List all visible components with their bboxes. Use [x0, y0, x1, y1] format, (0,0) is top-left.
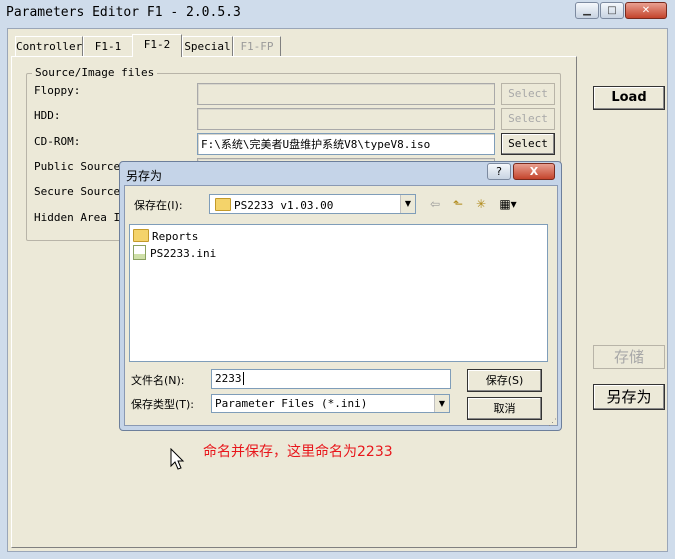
tab-controller[interactable]: Controller	[15, 36, 83, 56]
text-caret	[242, 372, 244, 385]
list-item[interactable]: Reports	[133, 229, 198, 243]
help-icon[interactable]: ?	[487, 163, 511, 180]
hdd-label: HDD:	[34, 109, 61, 122]
secure-source-label: Secure Source	[34, 185, 121, 198]
filename-value: 2233	[215, 372, 242, 385]
annotation-text: 命名并保存，这里命名为2233	[203, 444, 393, 460]
floppy-select-button[interactable]: Select	[501, 83, 555, 105]
filetype-label: 保存类型(T):	[131, 398, 195, 411]
tab-f1-1[interactable]: F1-1	[83, 36, 133, 56]
close-icon[interactable]: ✕	[625, 2, 667, 19]
view-menu-icon[interactable]: ▦▾	[495, 195, 521, 213]
ini-file-icon	[133, 245, 146, 260]
dialog-title: 另存为	[126, 169, 163, 183]
file-list[interactable]: Reports PS2233.ini	[129, 224, 548, 362]
window-title: Parameters Editor F1 - 2.0.5.3	[6, 5, 241, 20]
load-button[interactable]: Load	[593, 86, 665, 110]
group-title: Source/Image files	[32, 66, 158, 79]
hdd-field[interactable]	[197, 108, 495, 130]
save-in-combo[interactable]: PS2233 v1.03.00 ▼	[209, 194, 416, 214]
floppy-field[interactable]	[197, 83, 495, 105]
dialog-save-button[interactable]: 保存(S)	[467, 369, 542, 392]
resize-grip-icon[interactable]: ⋰	[548, 418, 558, 428]
back-icon[interactable]: ⇦	[426, 195, 444, 213]
list-item[interactable]: PS2233.ini	[133, 245, 216, 260]
save-as-button[interactable]: 另存为	[593, 384, 665, 410]
minimize-icon[interactable]: ▁	[575, 2, 599, 19]
hdd-select-button[interactable]: Select	[501, 108, 555, 130]
chevron-down-icon[interactable]: ▼	[400, 195, 415, 213]
filetype-select[interactable]: Parameter Files (*.ini) ▼	[211, 394, 450, 413]
floppy-label: Floppy:	[34, 84, 81, 97]
folder-icon	[215, 198, 231, 211]
list-item-label: Reports	[152, 230, 199, 243]
mouse-cursor-icon	[170, 448, 185, 470]
tab-f1-2[interactable]: F1-2	[132, 34, 182, 57]
public-source-label: Public Source	[34, 160, 121, 173]
list-item-label: PS2233.ini	[150, 247, 217, 260]
up-folder-icon[interactable]: ⬑	[449, 195, 467, 213]
cdrom-label: CD-ROM:	[34, 135, 81, 148]
tab-special[interactable]: Special	[182, 36, 233, 56]
save-in-value: PS2233 v1.03.00	[234, 199, 334, 212]
dialog-close-icon[interactable]: X	[513, 163, 555, 180]
cdrom-field[interactable]: F:\系统\完美者U盘维护系统V8\typeV8.iso	[197, 133, 495, 155]
folder-icon	[133, 229, 149, 242]
filename-label: 文件名(N):	[131, 374, 185, 387]
hidden-area-label: Hidden Area Im	[34, 211, 127, 224]
maximize-icon[interactable]: □	[600, 2, 624, 19]
tab-f1-fp[interactable]: F1-FP	[233, 36, 281, 56]
save-in-label: 保存在(I):	[134, 199, 183, 212]
filename-input[interactable]: 2233	[211, 369, 451, 389]
filetype-value: Parameter Files (*.ini)	[215, 397, 368, 410]
new-folder-icon[interactable]: ✳	[472, 195, 490, 213]
chevron-down-icon[interactable]: ▼	[434, 395, 449, 412]
dialog-cancel-button[interactable]: 取消	[467, 397, 542, 420]
cdrom-select-button[interactable]: Select	[501, 133, 555, 155]
save-button[interactable]: 存储	[593, 345, 665, 369]
